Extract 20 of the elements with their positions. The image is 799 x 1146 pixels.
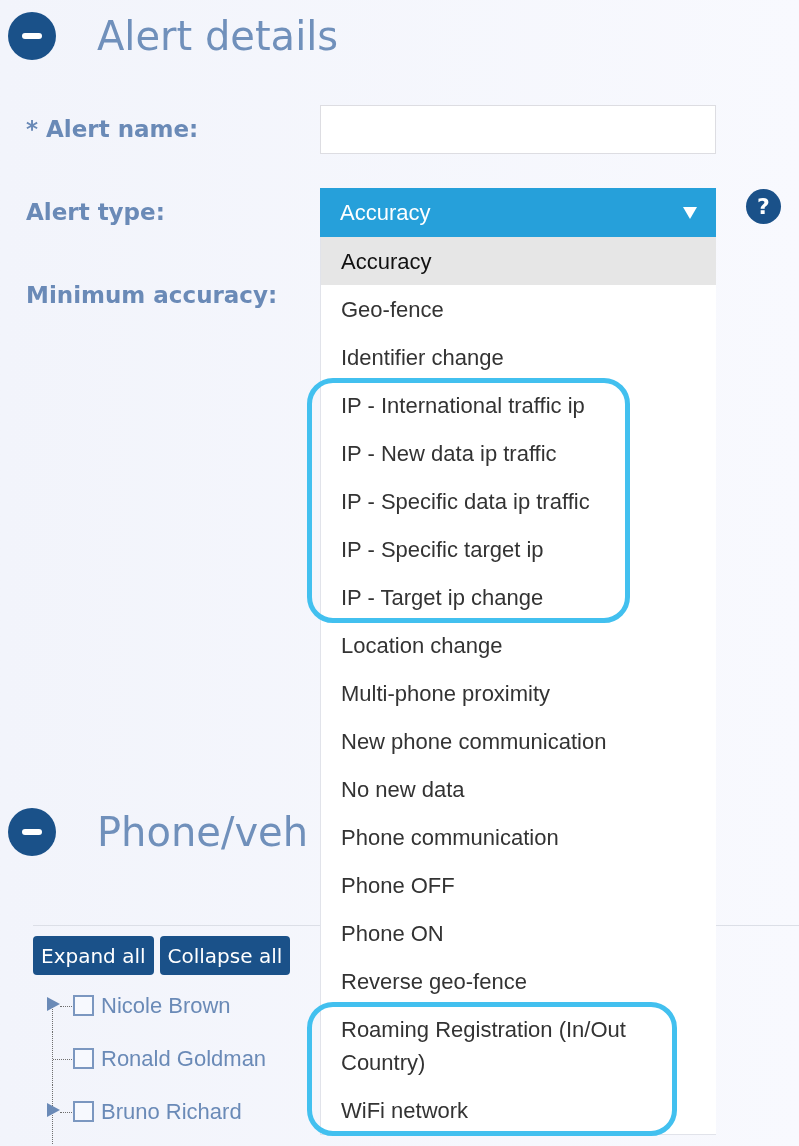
section-title: Phone/veh bbox=[97, 808, 308, 856]
checkbox[interactable] bbox=[73, 1101, 94, 1122]
minus-circle-icon[interactable] bbox=[8, 808, 56, 856]
tree-line bbox=[60, 1005, 72, 1007]
field-label: * Alert name: bbox=[26, 115, 200, 145]
caret-right-icon[interactable] bbox=[47, 1103, 60, 1117]
checkbox[interactable] bbox=[73, 995, 94, 1016]
section-title: Alert details bbox=[97, 12, 339, 60]
help-button[interactable]: ? bbox=[746, 189, 781, 224]
dropdown-option[interactable]: Accuracy bbox=[321, 237, 716, 285]
field-label: Minimum accuracy: bbox=[26, 281, 279, 311]
caret-down-icon bbox=[683, 206, 697, 219]
checkbox[interactable] bbox=[73, 1048, 94, 1069]
tree-line bbox=[60, 1111, 72, 1113]
text-input[interactable] bbox=[320, 105, 716, 154]
field-label: Alert type: bbox=[26, 198, 166, 228]
minus-circle-icon[interactable] bbox=[8, 12, 56, 60]
tree-button[interactable]: Collapse all bbox=[159, 936, 291, 975]
tree-button[interactable]: Expand all bbox=[33, 936, 154, 975]
caret-right-icon[interactable] bbox=[47, 997, 60, 1011]
